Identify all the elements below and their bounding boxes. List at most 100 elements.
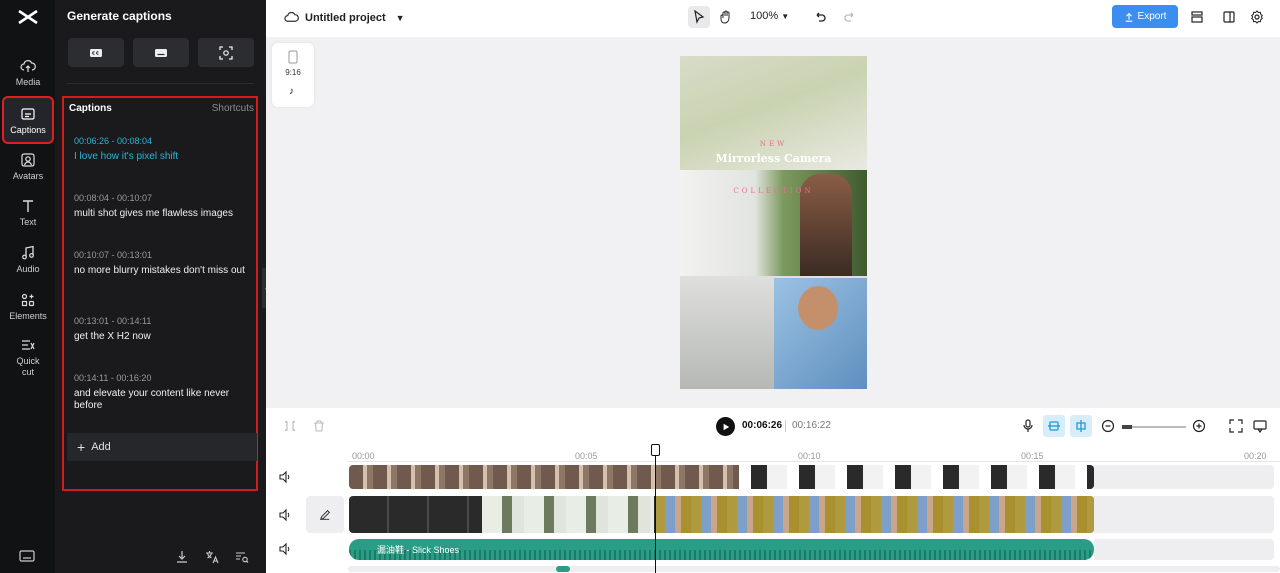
keyboard-icon[interactable] — [19, 549, 35, 563]
settings-button[interactable] — [1246, 6, 1268, 28]
aspect-ratio-label: 9:16 — [285, 68, 301, 77]
microphone-icon — [1023, 419, 1033, 432]
zoom-out-button[interactable] — [1100, 418, 1116, 434]
layout-button[interactable] — [1218, 6, 1240, 28]
translate-icon[interactable] — [205, 550, 219, 564]
video-clip-segment[interactable] — [655, 496, 1094, 533]
download-icon[interactable] — [175, 550, 189, 564]
caption-item-1[interactable]: 00:06:26 - 00:08:04 I love how it's pixe… — [74, 136, 249, 163]
captions-panel: Generate captions Captions Shortcuts 00:… — [55, 0, 266, 573]
microphone-button[interactable] — [1020, 418, 1036, 434]
track-empty-area — [1094, 496, 1274, 533]
caption-text[interactable]: I love how it's pixel shift — [74, 151, 249, 163]
redo-button[interactable] — [839, 6, 861, 28]
rail-label-captions: Captions — [10, 124, 46, 135]
pencil-icon — [319, 509, 330, 520]
split-layout-icon — [1223, 11, 1235, 23]
project-name: Untitled project — [305, 11, 386, 24]
current-time: 00:06:26 — [742, 420, 783, 431]
caption-style-button[interactable] — [68, 38, 124, 67]
video-preview[interactable]: NEW Mirrorless Camera COLLECTION — [680, 56, 867, 389]
ruler-tick: 00:00 — [352, 451, 375, 461]
rail-item-captions[interactable]: Captions — [2, 96, 54, 144]
ruler-tick: 00:10 — [798, 451, 821, 461]
video-clip-segment[interactable] — [739, 465, 1094, 489]
caption-item-3[interactable]: 00:10:07 - 00:13:01 no more blurry mista… — [74, 250, 249, 277]
caption-text[interactable]: get the X H2 now — [74, 331, 249, 343]
split-icon — [284, 420, 296, 432]
layers-button[interactable] — [1186, 6, 1208, 28]
undo-button[interactable] — [809, 6, 831, 28]
link-clips-button[interactable] — [1070, 415, 1092, 437]
captions-header: Captions — [69, 103, 112, 114]
rail-item-text[interactable]: Text — [4, 190, 52, 234]
chevron-down-icon: ▼ — [781, 12, 790, 21]
rail-item-avatars[interactable]: Avatars — [4, 144, 52, 188]
caption-item-4[interactable]: 00:13:01 - 00:14:11 get the X H2 now — [74, 316, 249, 343]
caption-time: 00:13:01 - 00:14:11 — [74, 316, 152, 326]
fit-timeline-button[interactable] — [1228, 418, 1244, 434]
caption-time: 00:06:26 - 00:08:04 — [74, 136, 153, 146]
delete-button[interactable] — [311, 418, 327, 434]
zoom-dropdown[interactable]: 100% ▼ — [750, 10, 789, 22]
playhead[interactable] — [651, 444, 660, 573]
video-clip-track-1[interactable] — [349, 465, 1094, 489]
auto-detect-button[interactable] — [198, 38, 254, 67]
time-ruler[interactable]: 00:00 00:05 00:10 00:15 00:20 — [348, 448, 1280, 462]
playhead-handle[interactable] — [651, 444, 660, 456]
timeline-scrollbar[interactable] — [348, 566, 1280, 572]
export-button[interactable]: Export — [1112, 5, 1178, 28]
video-overlay-line1: NEW — [759, 140, 788, 148]
video-overlay-line2: Mirrorless Camera — [715, 152, 832, 165]
caption-text[interactable]: no more blurry mistakes don't miss out — [74, 265, 249, 277]
video-clip-track-2[interactable] — [349, 496, 1094, 533]
ruler-tick: 00:05 — [575, 451, 598, 461]
search-text-icon[interactable] — [235, 550, 249, 564]
scan-icon — [219, 45, 233, 60]
edit-track-button[interactable] — [306, 496, 344, 533]
video-clip-segment[interactable] — [482, 496, 654, 533]
caption-text[interactable]: multi shot gives me flawless images — [74, 208, 249, 220]
rail-item-quick-cut[interactable]: Quick cut — [4, 334, 52, 380]
caption-item-5[interactable]: 00:14:11 - 00:16:20 and elevate your con… — [74, 373, 249, 412]
audio-clip-track[interactable]: 漏油鞋 - Slick Shoes — [349, 539, 1094, 560]
speaker-icon[interactable] — [278, 508, 292, 522]
timeline: 00:06:26 00:16:22 00:00 00:05 00:10 00:1… — [266, 408, 1280, 573]
hand-tool-button[interactable] — [715, 6, 737, 28]
speaker-icon[interactable] — [278, 470, 292, 484]
auto-snap-button[interactable] — [1043, 415, 1065, 437]
rail-label-quick-cut: Quick cut — [16, 355, 40, 377]
editor-app: Media Captions Avatars Text Audio Elemen… — [0, 0, 1280, 573]
zoom-slider-handle[interactable] — [1122, 425, 1132, 429]
pointer-icon — [694, 10, 705, 24]
cc-icon — [90, 48, 102, 57]
add-caption-button[interactable]: + Add — [67, 433, 257, 461]
project-menu[interactable]: Untitled project ▼ — [284, 10, 405, 25]
caption-item-2[interactable]: 00:08:04 - 00:10:07 multi shot gives me … — [74, 193, 249, 220]
track-empty-area — [1094, 465, 1274, 489]
rail-label-elements: Elements — [9, 310, 47, 321]
scrollbar-thumb[interactable] — [556, 566, 570, 572]
aspect-ratio-selector[interactable]: 9:16 ♪ — [272, 43, 314, 107]
rail-item-audio[interactable]: Audio — [4, 237, 52, 281]
rail-item-elements[interactable]: Elements — [4, 284, 52, 328]
feedback-button[interactable] — [1252, 418, 1268, 434]
split-button[interactable] — [282, 418, 298, 434]
gear-icon — [1251, 10, 1263, 24]
export-label: Export — [1137, 11, 1167, 22]
align-center-icon — [1076, 420, 1086, 432]
caption-text[interactable]: and elevate your content like never befo… — [74, 388, 249, 412]
rail-item-media[interactable]: Media — [4, 50, 52, 94]
tiktok-icon: ♪ — [289, 86, 294, 97]
caption-time: 00:14:11 - 00:16:20 — [74, 373, 152, 383]
zoom-in-button[interactable] — [1191, 418, 1207, 434]
speaker-icon[interactable] — [278, 542, 292, 556]
select-tool-button[interactable] — [688, 6, 710, 28]
shortcuts-link[interactable]: Shortcuts — [212, 103, 254, 114]
subtitle-icon — [155, 48, 167, 57]
play-icon — [723, 423, 729, 430]
layers-icon — [1191, 11, 1203, 23]
subtitle-button[interactable] — [133, 38, 189, 67]
play-button[interactable] — [716, 417, 735, 436]
rail-label-media: Media — [15, 76, 41, 87]
